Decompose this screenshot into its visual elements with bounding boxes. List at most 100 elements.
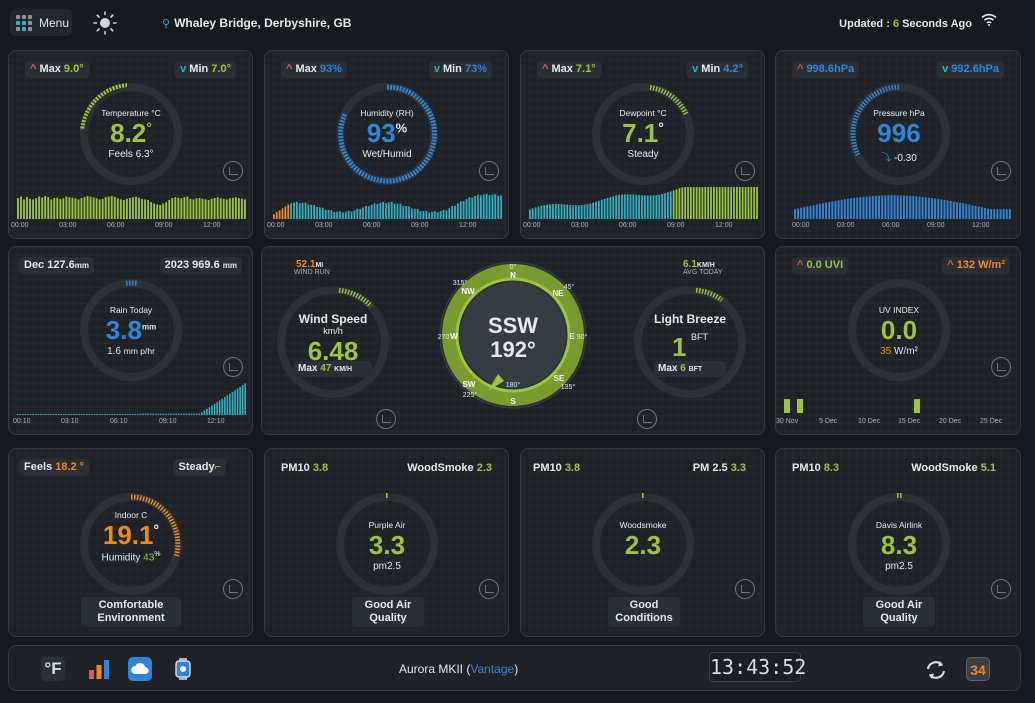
chart-icon[interactable] xyxy=(637,409,657,429)
series-bar xyxy=(815,204,818,219)
chart-icon[interactable] xyxy=(735,161,755,181)
wifi-icon xyxy=(981,13,997,26)
series-bar xyxy=(890,195,893,219)
series-bar xyxy=(170,413,172,415)
series-bar xyxy=(405,206,408,219)
chart-icon[interactable] xyxy=(479,161,499,181)
indoor-card[interactable]: Feels 18.2 ° Steady⌐ Indoor C 19.1° Humi… xyxy=(8,448,253,637)
series-bar xyxy=(284,206,287,219)
series-bar xyxy=(134,414,137,415)
hum-value: 93% xyxy=(366,118,408,148)
al-unit: pm2.5 xyxy=(885,561,913,572)
series-bar xyxy=(56,197,59,219)
chart-icon[interactable] xyxy=(376,409,396,429)
uv-card[interactable]: ^ 0.0 UVI ^ 132 W/m² UV INDEX 0.0 35 W/m² … xyxy=(775,246,1021,435)
series-bar xyxy=(59,198,62,219)
airlink-card[interactable]: PM10 8.3 WoodSmoke 5.1 Davis Airlink 8.3… xyxy=(775,448,1021,637)
refresh-icon[interactable] xyxy=(924,658,948,682)
series-bar xyxy=(434,211,436,219)
charts-icon[interactable] xyxy=(87,657,111,681)
series-bar xyxy=(704,187,707,219)
series-bar xyxy=(96,414,98,415)
purple-air-card[interactable]: PM10 3.8 WoodSmoke 2.3 Purple Air 3.3 pm… xyxy=(264,448,509,637)
chart-icon[interactable] xyxy=(991,357,1011,377)
units-toggle-button[interactable]: °F xyxy=(41,657,65,681)
pressure-card[interactable]: ^ 998.6hPa v 992.6hPa Pressure hPa 996 ⤵ -… xyxy=(775,50,1021,239)
rain-month-pill: Dec 127.6mm xyxy=(19,257,94,274)
series-bar xyxy=(834,200,837,219)
calendar-icon[interactable]: 34 xyxy=(966,657,990,681)
compass-s: S xyxy=(510,397,516,406)
series-bar xyxy=(362,207,364,219)
series-bar xyxy=(26,197,28,219)
chart-icon[interactable] xyxy=(223,579,243,599)
dewpoint-card[interactable]: ^ Max 7.1° v Min 4.2° Dewpoint °C 7.1° Ste… xyxy=(520,50,765,239)
series-bar xyxy=(390,202,393,219)
series-bar xyxy=(116,414,119,415)
chart-icon[interactable] xyxy=(223,357,243,377)
series-bar xyxy=(132,197,134,219)
pres-max-pill: ^ 998.6hPa xyxy=(792,61,860,78)
footer-bar: °F Aurora MKII (Vantage) 13:43:52 34 xyxy=(8,645,1021,691)
pres-min-pill: v 992.6hPa xyxy=(937,61,1004,78)
series-bar xyxy=(359,209,362,219)
series-bar xyxy=(638,195,641,219)
series-bar xyxy=(155,413,157,415)
series-bar xyxy=(428,212,431,219)
series-bar xyxy=(843,199,846,219)
series-bar xyxy=(931,198,933,219)
woodsmoke-card[interactable]: PM10 3.8 PM 2.5 3.3 Woodsmoke 2.3 Good Co… xyxy=(520,448,765,637)
series-bar xyxy=(324,209,327,219)
series-bar xyxy=(962,203,965,219)
dew-value: 7.1° xyxy=(622,118,664,148)
series-bar xyxy=(141,198,143,219)
series-bar xyxy=(946,200,949,219)
chart-icon[interactable] xyxy=(479,579,499,599)
series-bar xyxy=(68,414,70,415)
series-bar xyxy=(188,413,190,415)
series-bar xyxy=(101,414,103,415)
series-bar xyxy=(828,201,831,219)
series-bar xyxy=(462,201,465,219)
cloud-icon[interactable] xyxy=(128,657,152,681)
series-bar xyxy=(180,198,183,219)
series-bar xyxy=(234,390,236,415)
pa-status: Good Air Quality xyxy=(352,597,424,627)
humidity-card[interactable]: ^ Max 93% v Min 73% Humidity (RH) 93% Wet/… xyxy=(264,50,509,239)
series-bar xyxy=(641,195,643,219)
series-bar xyxy=(29,414,32,415)
chart-icon[interactable] xyxy=(735,579,755,599)
series-bar xyxy=(672,190,675,219)
series-bar xyxy=(906,195,909,219)
series-bar xyxy=(903,195,905,219)
series-bar xyxy=(675,189,678,219)
series-bar xyxy=(589,203,592,219)
chart-icon[interactable] xyxy=(991,161,1011,181)
sun-icon[interactable] xyxy=(93,11,117,35)
series-bar xyxy=(744,187,747,219)
series-bar xyxy=(566,204,569,219)
series-bar xyxy=(216,402,218,415)
series-bar xyxy=(55,414,57,415)
series-bar xyxy=(80,198,83,219)
arrow-down-icon: v xyxy=(942,63,949,75)
series-bar xyxy=(646,195,649,219)
series-bar xyxy=(912,196,915,219)
rain-card[interactable]: Dec 127.6mm 2023 969.6 mm Rain Today 3.8… xyxy=(8,246,253,435)
chart-icon[interactable] xyxy=(991,579,1011,599)
chart-icon[interactable] xyxy=(223,161,243,181)
series-bar xyxy=(17,414,19,415)
series-bar xyxy=(91,414,93,415)
series-bar xyxy=(350,211,353,219)
temperature-card[interactable]: ^ Max 9.0° v Min 7.0° Temperature °C 8.2° … xyxy=(8,50,253,239)
top-bar: Menu ⚲ Whaley Bridge, Derbyshire, GB Upda… xyxy=(0,0,1035,46)
menu-button[interactable]: Menu xyxy=(10,9,72,36)
wind-card[interactable]: 52.1MI WIND RUN 6.1KM/H AVG TODAY Wind S… xyxy=(261,246,765,435)
uv-max-pill: ^ 0.0 UVI xyxy=(792,257,849,274)
series-bar xyxy=(125,198,128,219)
series-bar xyxy=(278,210,281,219)
series-bar xyxy=(71,197,74,219)
station-model: Aurora MKII (Vantage) xyxy=(399,662,519,676)
watch-icon[interactable] xyxy=(171,657,195,681)
pa-left: PM10 3.8 xyxy=(281,462,329,474)
